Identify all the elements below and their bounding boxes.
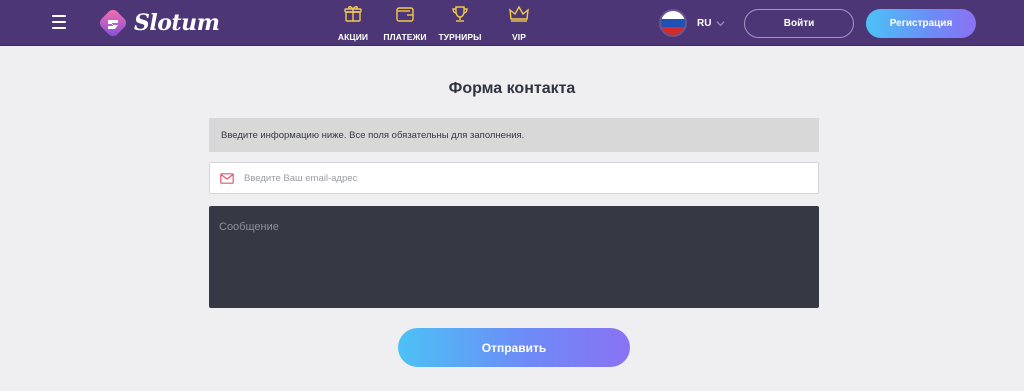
register-button[interactable]: Регистрация	[866, 9, 976, 38]
russia-flag-icon	[659, 9, 687, 37]
nav-label-akcii: АКЦИИ	[337, 32, 369, 42]
nav-label-vip: VIP	[511, 32, 526, 42]
nav-item-akcii[interactable]: АКЦИИ	[331, 4, 375, 42]
gift-icon	[342, 4, 364, 24]
language-selector[interactable]: RU	[659, 7, 725, 39]
nav-item-platezhi[interactable]: ПЛАТЕЖИ	[378, 4, 432, 42]
crown-icon	[508, 4, 530, 24]
email-placeholder: Введите Ваш email-адрес	[244, 172, 358, 184]
menu-icon[interactable]	[52, 15, 66, 29]
message-field[interactable]: Сообщение	[209, 206, 819, 308]
login-button[interactable]: Войти	[744, 9, 854, 38]
message-placeholder: Сообщение	[219, 221, 279, 233]
email-field[interactable]: Введите Ваш email-адрес	[209, 162, 819, 194]
trophy-icon	[449, 4, 471, 24]
top-header: Slotum АКЦИИ ПЛАТЕЖИ ТУРНИРЫ VIP RU Войт…	[0, 0, 1024, 46]
chevron-down-icon	[716, 20, 725, 26]
logo-text: Slotum	[134, 10, 220, 36]
main-nav: АКЦИИ ПЛАТЕЖИ ТУРНИРЫ VIP	[331, 4, 539, 42]
form-info-text: Введите информацию ниже. Все поля обязат…	[221, 129, 525, 141]
page-title: Форма контакта	[448, 80, 576, 97]
language-code: RU	[697, 17, 712, 29]
nav-item-turniry[interactable]: ТУРНИРЫ	[434, 4, 486, 42]
mail-icon	[220, 172, 234, 184]
nav-item-vip[interactable]: VIP	[499, 4, 539, 42]
form-info-notice: Введите информацию ниже. Все поля обязат…	[209, 118, 819, 152]
logo[interactable]: Slotum	[96, 5, 220, 41]
slotum-logo-icon	[99, 9, 127, 37]
nav-label-platezhi: ПЛАТЕЖИ	[383, 32, 427, 42]
wallet-icon	[394, 4, 416, 24]
nav-label-turniry: ТУРНИРЫ	[438, 32, 482, 42]
submit-button[interactable]: Отправить	[398, 328, 630, 367]
